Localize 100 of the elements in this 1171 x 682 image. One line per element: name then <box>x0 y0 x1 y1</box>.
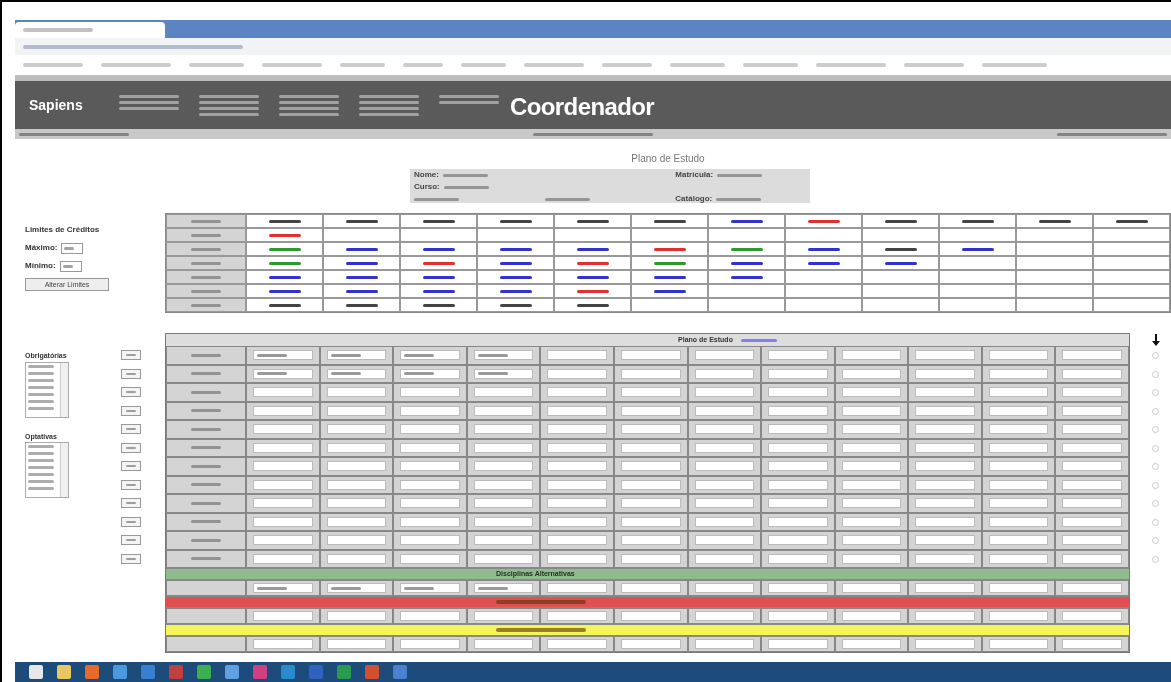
input-field[interactable] <box>915 368 975 379</box>
app-icon[interactable] <box>169 665 183 679</box>
input-field[interactable] <box>326 498 387 509</box>
input-field[interactable] <box>620 583 681 593</box>
input-field[interactable] <box>253 424 313 435</box>
input-field[interactable] <box>988 424 1049 435</box>
insert-button[interactable] <box>121 498 141 508</box>
input-field[interactable] <box>768 516 828 527</box>
input-field[interactable] <box>547 611 607 621</box>
app-icon[interactable] <box>113 665 127 679</box>
input-field[interactable] <box>547 442 607 453</box>
input-field[interactable] <box>253 535 313 546</box>
input-field[interactable] <box>915 583 975 593</box>
input-field[interactable] <box>988 479 1049 490</box>
input-field[interactable] <box>988 553 1049 564</box>
input-field[interactable] <box>400 461 460 472</box>
input-field[interactable] <box>694 479 755 490</box>
browser-tab[interactable] <box>15 22 165 38</box>
input-field[interactable] <box>1062 461 1122 472</box>
insert-button[interactable] <box>121 368 141 379</box>
input-field[interactable] <box>400 424 460 435</box>
input-field[interactable] <box>915 424 975 435</box>
input-field[interactable] <box>326 516 387 527</box>
input-field[interactable] <box>694 424 755 435</box>
input-field[interactable] <box>620 405 681 416</box>
address-bar[interactable] <box>15 38 1171 55</box>
input-field[interactable] <box>768 424 828 435</box>
input-field[interactable] <box>768 498 828 509</box>
input-field[interactable] <box>620 498 681 509</box>
input-field[interactable] <box>473 461 534 472</box>
app-icon[interactable] <box>365 665 379 679</box>
input-field[interactable] <box>768 583 828 593</box>
input-field[interactable] <box>915 498 975 509</box>
input-field[interactable] <box>400 535 460 546</box>
input-field[interactable] <box>326 368 387 379</box>
input-field[interactable] <box>841 424 902 435</box>
input-field[interactable] <box>473 368 534 379</box>
input-field[interactable] <box>400 368 460 379</box>
input-field[interactable] <box>473 553 534 564</box>
input-field[interactable] <box>988 639 1049 649</box>
input-field[interactable] <box>1062 639 1122 649</box>
input-field[interactable] <box>473 350 534 361</box>
input-field[interactable] <box>1062 535 1122 546</box>
input-field[interactable] <box>326 424 387 435</box>
input-field[interactable] <box>694 368 755 379</box>
app-icon[interactable] <box>141 665 155 679</box>
list-box[interactable] <box>25 361 69 418</box>
input-field[interactable] <box>620 535 681 546</box>
input-field[interactable] <box>988 350 1049 361</box>
input-field[interactable] <box>473 516 534 527</box>
input-field[interactable] <box>841 461 902 472</box>
input-field[interactable] <box>988 611 1049 621</box>
input-field[interactable] <box>1062 498 1122 509</box>
input-field[interactable] <box>768 368 828 379</box>
input-field[interactable] <box>915 442 975 453</box>
input-field[interactable] <box>473 479 534 490</box>
input-field[interactable] <box>841 553 902 564</box>
insert-button[interactable] <box>121 516 141 527</box>
input-field[interactable] <box>1062 516 1122 527</box>
input-field[interactable] <box>473 498 534 509</box>
input-field[interactable] <box>473 639 534 649</box>
input-field[interactable] <box>400 498 460 509</box>
input-field[interactable] <box>1062 611 1122 621</box>
input-field[interactable] <box>547 350 607 361</box>
input-field[interactable] <box>694 553 755 564</box>
insert-button[interactable] <box>121 535 141 545</box>
input-field[interactable] <box>841 611 902 621</box>
input-field[interactable] <box>915 639 975 649</box>
input-field[interactable] <box>547 368 607 379</box>
input-field[interactable] <box>547 479 607 490</box>
input-field[interactable] <box>915 553 975 564</box>
input-field[interactable] <box>326 639 387 649</box>
app-icon[interactable] <box>281 665 295 679</box>
input-field[interactable] <box>61 242 84 254</box>
input-field[interactable] <box>768 535 828 546</box>
input-field[interactable] <box>768 461 828 472</box>
input-field[interactable] <box>400 639 460 649</box>
input-field[interactable] <box>620 479 681 490</box>
input-field[interactable] <box>915 535 975 546</box>
input-field[interactable] <box>768 553 828 564</box>
input-field[interactable] <box>841 516 902 527</box>
insert-button[interactable] <box>121 461 141 471</box>
app-icon[interactable] <box>393 665 407 679</box>
input-field[interactable] <box>547 553 607 564</box>
input-field[interactable] <box>841 442 902 453</box>
app-icon[interactable] <box>57 665 71 679</box>
input-field[interactable] <box>915 461 975 472</box>
input-field[interactable] <box>694 442 755 453</box>
input-field[interactable] <box>253 611 313 621</box>
input-field[interactable] <box>841 368 902 379</box>
input-field[interactable] <box>547 639 607 649</box>
input-field[interactable] <box>841 479 902 490</box>
insert-button[interactable] <box>121 424 141 434</box>
input-field[interactable] <box>915 387 975 398</box>
input-field[interactable] <box>473 424 534 435</box>
input-field[interactable] <box>620 461 681 472</box>
input-field[interactable] <box>547 424 607 435</box>
input-field[interactable] <box>253 350 313 361</box>
input-field[interactable] <box>841 350 902 361</box>
input-field[interactable] <box>620 424 681 435</box>
